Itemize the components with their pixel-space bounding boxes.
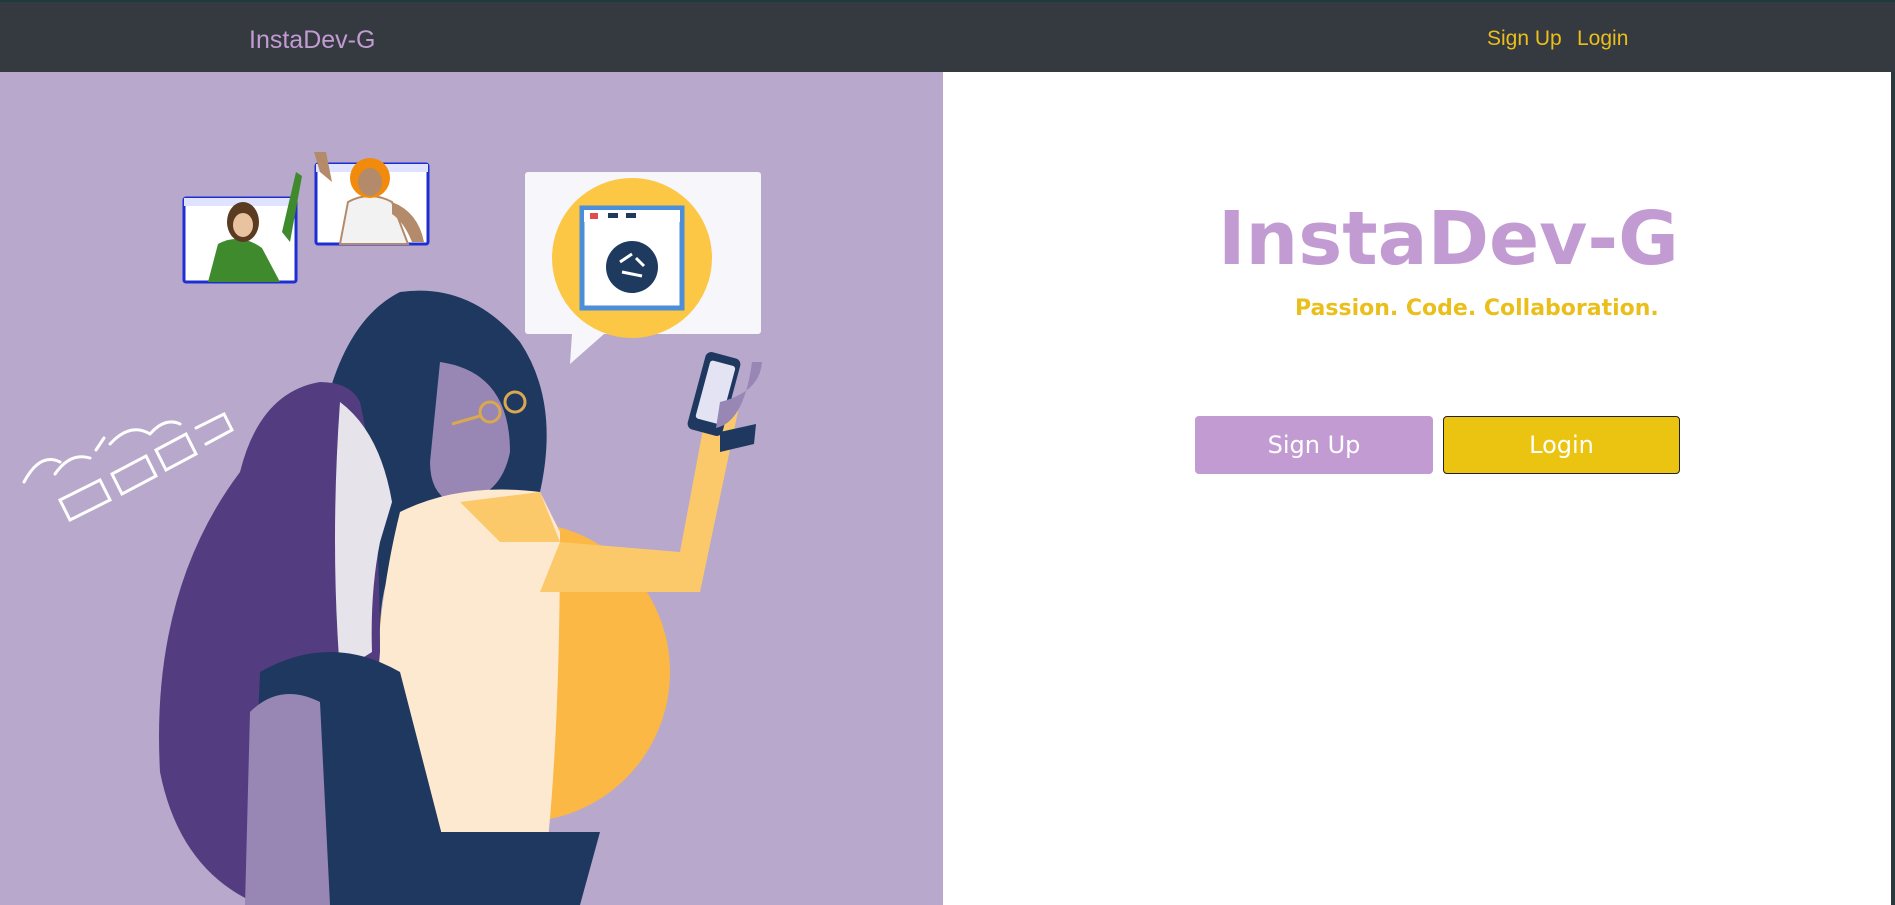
girls-coding-illustration <box>22 152 762 905</box>
nav-signup-link[interactable]: Sign Up <box>1487 27 1562 51</box>
tagline: Passion. Code. Collaboration. <box>1295 296 1659 321</box>
top-navbar: InstaDev-G Sign Up Login <box>0 0 1895 72</box>
signup-button[interactable]: Sign Up <box>1195 416 1433 474</box>
video-call-window-2 <box>314 152 430 246</box>
page-title: InstaDev-G <box>1218 196 1679 282</box>
hero-content: InstaDev-G Passion. Code. Collaboration.… <box>943 72 1891 905</box>
speech-bubble <box>525 172 761 364</box>
video-call-window-1 <box>182 172 302 284</box>
navbar-brand[interactable]: InstaDev-G <box>249 26 375 55</box>
girls-who-code-logo <box>22 411 234 523</box>
nav-login-link[interactable]: Login <box>1577 27 1628 51</box>
login-button[interactable]: Login <box>1443 416 1680 474</box>
hero-illustration <box>0 72 943 905</box>
window-edge <box>1891 72 1895 905</box>
